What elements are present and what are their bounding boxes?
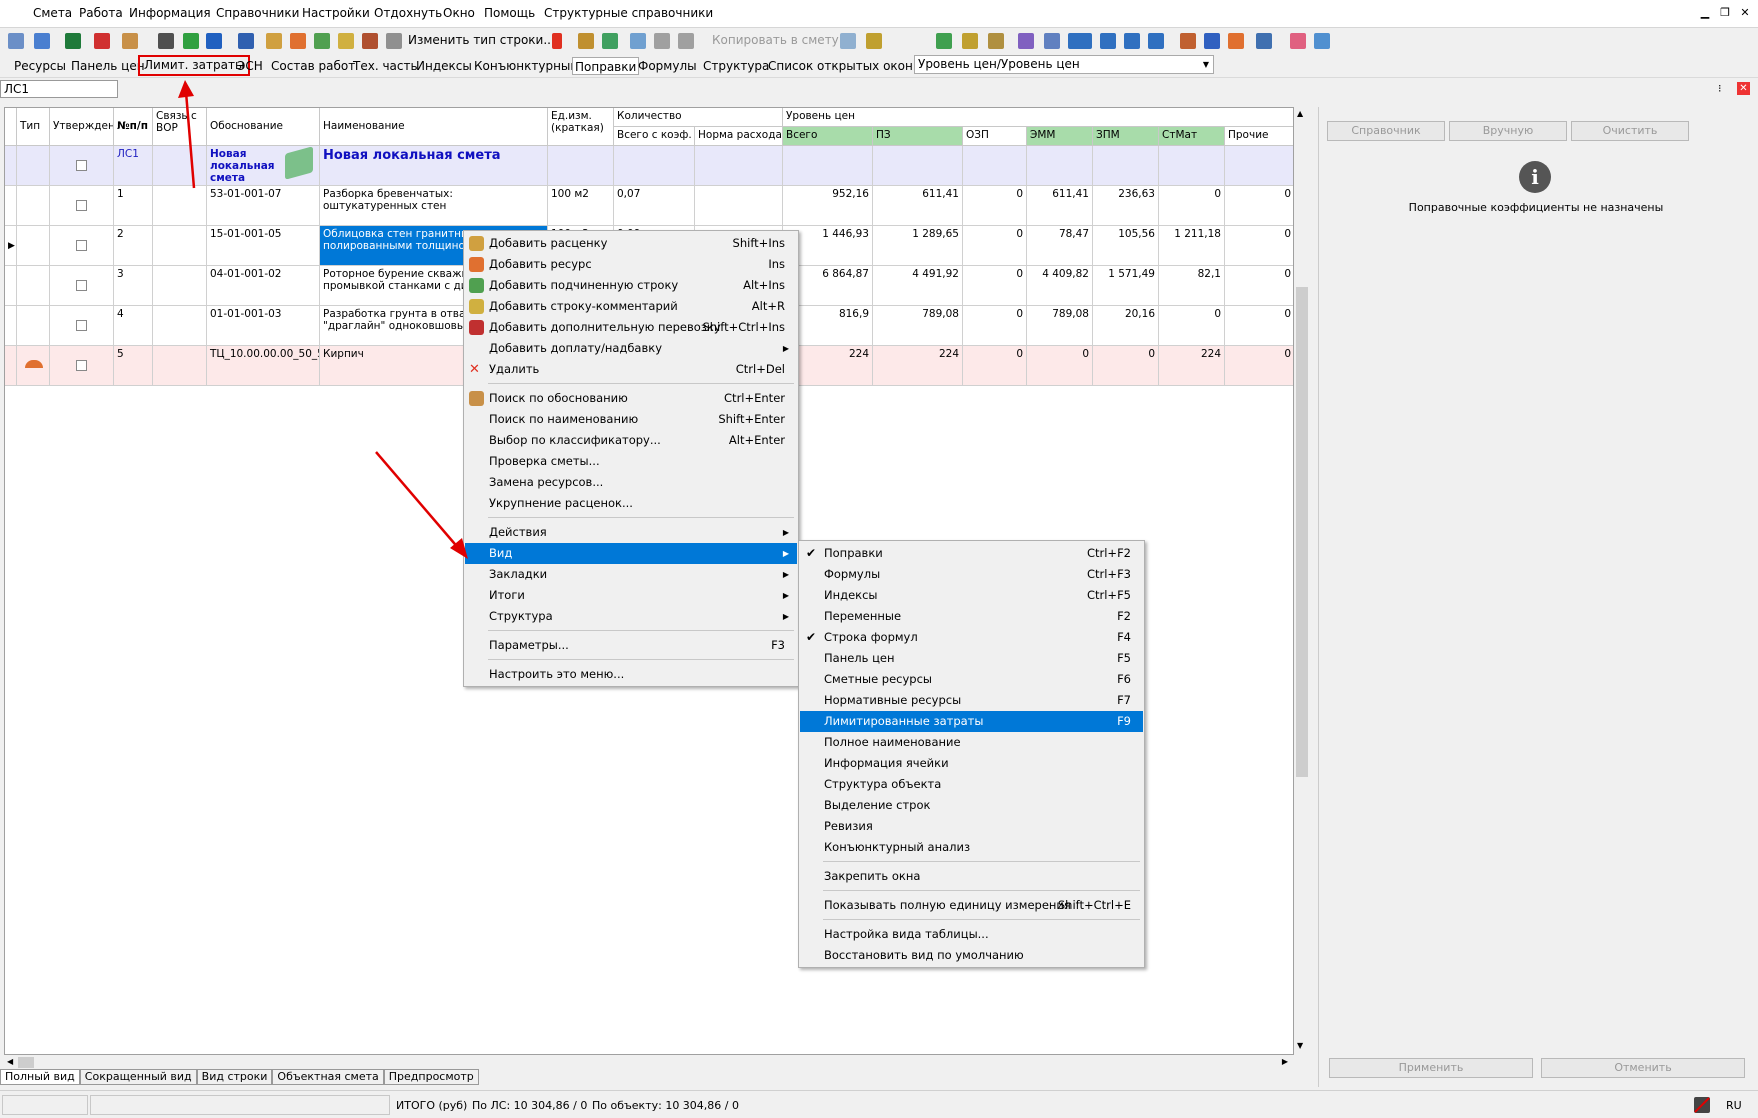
- annotation-arrows: [178, 80, 468, 559]
